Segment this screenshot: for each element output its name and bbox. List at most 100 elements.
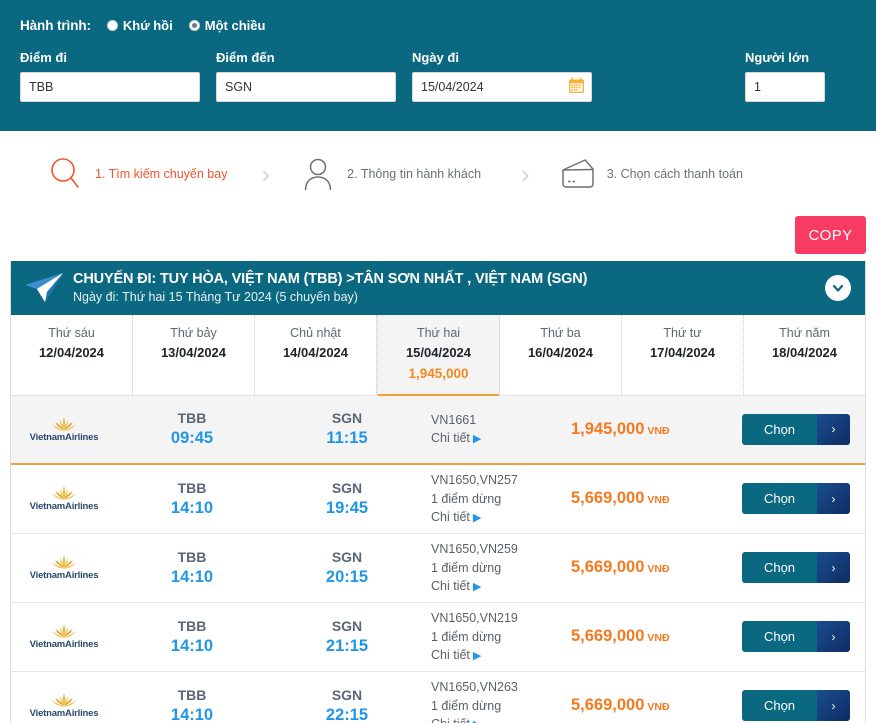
price-currency: VNĐ	[647, 494, 669, 506]
route-title-group: CHUYẾN ĐI: TUY HÒA, VIỆT NAM (TBB) >TÂN …	[73, 270, 825, 306]
flight-info-cell: VN1661 Chi tiết▶	[427, 411, 567, 449]
person-icon	[298, 154, 338, 194]
select-flight-label: Chọn	[742, 690, 817, 721]
select-flight-button[interactable]: Chọn ›	[742, 621, 850, 652]
date-tab-13-04-2024[interactable]: Thứ bảy 13/04/2024	[133, 315, 255, 395]
lotus-icon	[49, 623, 79, 640]
action-cell: Chọn ›	[742, 552, 857, 583]
calendar-icon[interactable]	[568, 77, 585, 94]
date-tab-dow: Thứ hai	[380, 324, 497, 343]
triangle-right-icon: ▶	[473, 512, 481, 524]
departure-cell: TBB 14:10	[117, 617, 267, 657]
vietnam-airlines-logo: VietnamAirlines	[27, 416, 101, 443]
price-currency: VNĐ	[647, 632, 669, 644]
date-tab-18-04-2024[interactable]: Thứ năm 18/04/2024	[744, 315, 865, 395]
arrival-cell: SGN 22:15	[267, 686, 427, 723]
chevron-right-icon: ›	[817, 552, 850, 583]
triangle-right-icon: ▶	[473, 719, 481, 723]
radio-one-way-dot[interactable]	[189, 20, 200, 31]
select-flight-button[interactable]: Chọn ›	[742, 483, 850, 514]
departure-cell: TBB 14:10	[117, 686, 267, 723]
departure-airport: TBB	[117, 617, 267, 636]
date-tab-16-04-2024[interactable]: Thứ ba 16/04/2024	[500, 315, 622, 395]
flight-details-link[interactable]: Chi tiết▶	[431, 646, 567, 665]
date-tab-price: 1,945,000	[380, 363, 497, 385]
arrival-time: 11:15	[267, 428, 427, 449]
table-row[interactable]: VietnamAirlines TBB 14:10 SGN 20:15 VN16…	[11, 534, 865, 603]
table-row[interactable]: VietnamAirlines TBB 14:10 SGN 19:45 VN16…	[11, 465, 865, 534]
arrival-airport: SGN	[267, 409, 427, 428]
adults-label: Người lớn	[745, 50, 825, 65]
flight-info-cell: VN1650,VN257 1 điểm dừng Chi tiết▶	[427, 471, 567, 527]
route-title: CHUYẾN ĐI: TUY HÒA, VIỆT NAM (TBB) >TÂN …	[73, 270, 825, 288]
lotus-icon	[49, 692, 79, 709]
airline-name: VietnamAirlines	[27, 570, 101, 581]
flight-details-link[interactable]: Chi tiết▶	[431, 429, 567, 448]
radio-round-trip[interactable]: Khứ hồi	[107, 18, 173, 33]
radio-round-trip-dot[interactable]	[107, 20, 118, 31]
price-cell: 5,669,000VNĐ	[567, 489, 742, 508]
flight-price: 1,945,000	[571, 420, 644, 438]
airline-logo-cell: VietnamAirlines	[11, 485, 117, 512]
departure-date-input[interactable]	[412, 72, 592, 102]
date-tab-14-04-2024[interactable]: Chủ nhật 14/04/2024	[255, 315, 377, 395]
radio-one-way[interactable]: Một chiều	[189, 18, 266, 33]
copy-button[interactable]: COPY	[795, 216, 866, 254]
search-fields-row: Điểm đi Điểm đến Ngày đi	[20, 50, 856, 118]
journey-label: Hành trình:	[20, 18, 91, 33]
flight-stops: 1 điểm dừng	[431, 490, 567, 509]
flight-numbers: VN1650,VN219	[431, 609, 567, 628]
date-tab-dow: Thứ năm	[746, 324, 863, 343]
date-tab-12-04-2024[interactable]: Thứ sáu 12/04/2024	[11, 315, 133, 395]
action-cell: Chọn ›	[742, 621, 857, 652]
departure-cell: TBB 14:10	[117, 479, 267, 519]
date-tab-17-04-2024[interactable]: Thứ tư 17/04/2024	[622, 315, 744, 395]
departure-time: 14:10	[117, 567, 267, 588]
price-cell: 5,669,000VNĐ	[567, 627, 742, 646]
triangle-right-icon: ▶	[473, 433, 481, 445]
journey-type-row: Hành trình: Khứ hồi Một chiều	[20, 14, 856, 36]
triangle-right-icon: ▶	[473, 581, 481, 593]
action-cell: Chọn ›	[742, 414, 857, 445]
date-tab-dow: Thứ tư	[624, 324, 741, 343]
arrival-cell: SGN 20:15	[267, 548, 427, 588]
airline-logo-cell: VietnamAirlines	[11, 623, 117, 650]
flight-list: VietnamAirlines TBB 09:45 SGN 11:15 VN16…	[11, 396, 865, 723]
select-flight-button[interactable]: Chọn ›	[742, 552, 850, 583]
adults-input[interactable]	[745, 72, 825, 102]
step-search-flight[interactable]: 1. Tìm kiếm chuyến bay	[46, 154, 227, 194]
table-row[interactable]: VietnamAirlines TBB 14:10 SGN 22:15 VN16…	[11, 672, 865, 723]
chevron-right-icon: ›	[817, 621, 850, 652]
airline-logo-cell: VietnamAirlines	[11, 416, 117, 443]
step-passenger-info[interactable]: 2. Thông tin hành khách	[298, 154, 481, 194]
select-flight-button[interactable]: Chọn ›	[742, 690, 850, 721]
departure-airport: TBB	[117, 548, 267, 567]
flight-price: 5,669,000	[571, 627, 644, 645]
lotus-icon	[49, 485, 79, 502]
arrival-cell: SGN 21:15	[267, 617, 427, 657]
flight-details-link[interactable]: Chi tiết▶	[431, 577, 567, 596]
price-currency: VNĐ	[647, 425, 669, 437]
price-currency: VNĐ	[647, 563, 669, 575]
origin-input[interactable]	[20, 72, 200, 102]
flight-numbers: VN1650,VN259	[431, 540, 567, 559]
flight-details-link[interactable]: Chi tiết▶	[431, 715, 567, 723]
table-row[interactable]: VietnamAirlines TBB 14:10 SGN 21:15 VN16…	[11, 603, 865, 672]
step-search-flight-label: 1. Tìm kiếm chuyến bay	[95, 167, 227, 181]
price-cell: 5,669,000VNĐ	[567, 558, 742, 577]
arrival-airport: SGN	[267, 479, 427, 498]
search-panel: Hành trình: Khứ hồi Một chiều Điểm đi Đi…	[0, 0, 876, 131]
table-row[interactable]: VietnamAirlines TBB 09:45 SGN 11:15 VN16…	[11, 396, 865, 465]
flight-details-link[interactable]: Chi tiết▶	[431, 508, 567, 527]
flight-price: 5,669,000	[571, 696, 644, 714]
departure-airport: TBB	[117, 409, 267, 428]
chevron-down-icon[interactable]	[825, 275, 851, 301]
chevron-right-icon: ›	[817, 483, 850, 514]
flight-info-cell: VN1650,VN259 1 điểm dừng Chi tiết▶	[427, 540, 567, 596]
select-flight-button[interactable]: Chọn ›	[742, 414, 850, 445]
chevron-right-icon: ›	[817, 690, 850, 721]
step-payment-method[interactable]: 3. Chọn cách thanh toán	[558, 154, 743, 194]
chevron-right-icon: ›	[817, 414, 850, 445]
destination-input[interactable]	[216, 72, 396, 102]
date-tab-15-04-2024[interactable]: Thứ hai 15/04/2024 1,945,000	[377, 315, 500, 395]
